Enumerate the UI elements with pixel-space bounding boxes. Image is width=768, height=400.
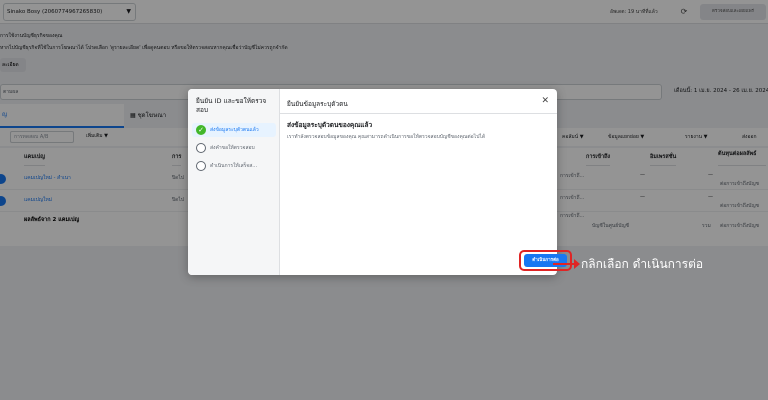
continue-highlight: ดำเนินการต่อ [519, 250, 572, 271]
step-label: ส่งคำขอให้ตรวจสอบ [210, 145, 255, 151]
divider [280, 113, 557, 114]
step-label: ดำเนินการให้เสร็จส... [210, 163, 258, 169]
empty-circle-icon [196, 161, 206, 171]
step-label: ส่งข้อมูลระบุตัวตนแล้ว [210, 127, 259, 133]
callout-text: กลิกเลือก ดำเนินการต่อ [581, 257, 704, 271]
close-icon[interactable]: ✕ [541, 96, 549, 106]
dialog-step-sidebar: ยืนยัน ID และขอให้ตรวจสอบ ✓ ส่งข้อมูลระบ… [188, 89, 280, 275]
arrow-right-icon [574, 259, 580, 269]
verify-id-dialog: ยืนยัน ID และขอให้ตรวจสอบ ✓ ส่งข้อมูลระบ… [188, 89, 557, 275]
dialog-title: ส่งข้อมูลระบุตัวตนของคุณแล้ว [287, 121, 373, 129]
step-request-review[interactable]: ส่งคำขอให้ตรวจสอบ [192, 141, 276, 155]
dialog-content: ยืนยันข้อมูลระบุตัวตน ✕ ส่งข้อมูลระบุตัว… [280, 89, 557, 275]
empty-circle-icon [196, 143, 206, 153]
step-complete[interactable]: ดำเนินการให้เสร็จส... [192, 159, 276, 173]
dialog-description: เราทำลังตรวจสอบข้อมูลของคุณ คุณสามารถดำเ… [287, 134, 486, 140]
step-identity-submitted[interactable]: ✓ ส่งข้อมูลระบุตัวตนแล้ว [192, 123, 276, 137]
continue-button[interactable]: ดำเนินการต่อ [524, 254, 567, 267]
dialog-sidebar-title: ยืนยัน ID และขอให้ตรวจสอบ [196, 97, 267, 114]
check-circle-icon: ✓ [196, 125, 206, 135]
dialog-header: ยืนยันข้อมูลระบุตัวตน [287, 100, 348, 108]
